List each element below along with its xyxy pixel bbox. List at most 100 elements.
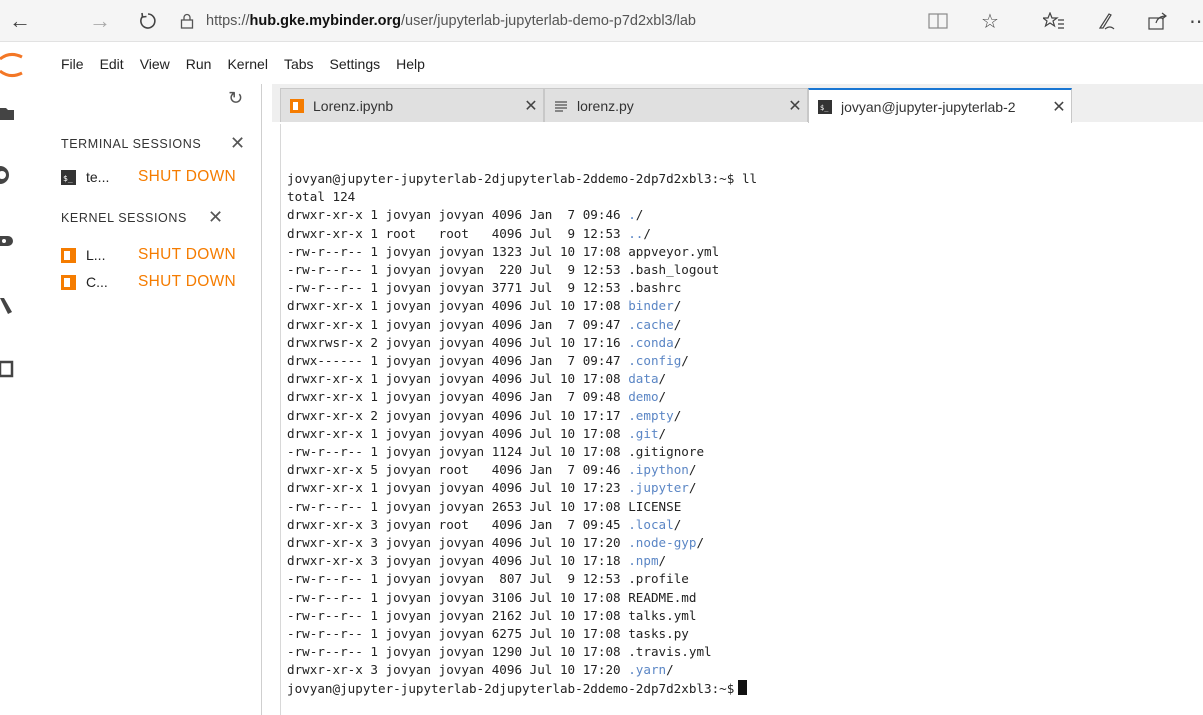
tools-icon[interactable] (0, 296, 14, 321)
listing-line: -rw-r--r-- 1 jovyan jovyan 1124 Jul 10 1… (287, 443, 1195, 461)
listing-file-name: .bash_logout (628, 262, 720, 278)
listing-meta: drwxr-xr-x 1 jovyan jovyan 4096 Jan 7 09… (287, 207, 629, 223)
kernel-session-row[interactable]: C... SHUT DOWN (61, 270, 261, 294)
dir-slash: / (658, 425, 667, 441)
listing-line: drwxr-xr-x 3 jovyan jovyan 4096 Jul 10 1… (287, 661, 1195, 679)
menu-edit[interactable]: Edit (100, 56, 124, 72)
terminal-icon: $_ (817, 99, 833, 115)
close-tab-icon[interactable]: ✕ (1047, 97, 1071, 117)
url-path: /user/jupyterlab-jupyterlab-demo-p7d2xbl… (401, 13, 696, 29)
shutdown-button[interactable]: SHUT DOWN (138, 273, 236, 291)
terminal-panel[interactable]: jovyan@jupyter-jupyterlab-2djupyterlab-2… (280, 124, 1195, 715)
listing-line: drwxr-xr-x 1 jovyan jovyan 4096 Jul 10 1… (287, 370, 1195, 388)
menu-file[interactable]: File (61, 56, 84, 72)
svg-text:$_: $_ (820, 104, 829, 112)
dir-slash: / (658, 371, 667, 387)
listing-dir-name: .. (628, 225, 644, 241)
reading-view-icon[interactable] (912, 0, 964, 42)
tab-lorenz-notebook[interactable]: Lorenz.ipynb ✕ (280, 88, 544, 122)
menu-kernel[interactable]: Kernel (227, 56, 267, 72)
listing-line: -rw-r--r-- 1 jovyan jovyan 1323 Jul 10 1… (287, 243, 1195, 261)
listing-line: drwxr-xr-x 5 jovyan root 4096 Jan 7 09:4… (287, 461, 1195, 479)
dir-slash: / (635, 207, 644, 223)
listing-meta: drwxr-xr-x 3 jovyan jovyan 4096 Jul 10 1… (287, 662, 629, 678)
listing-line: drwxr-xr-x 1 jovyan jovyan 4096 Jul 10 1… (287, 425, 1195, 443)
listing-dir-name: binder (628, 298, 674, 314)
close-terminals-icon[interactable]: ✕ (230, 133, 245, 154)
shutdown-button[interactable]: SHUT DOWN (138, 246, 236, 264)
listing-file-name: .bashrc (628, 280, 682, 296)
dir-slash: / (666, 662, 674, 678)
listing-dir-name: .local (628, 516, 674, 532)
tabs-icon[interactable] (0, 360, 14, 383)
dir-slash: / (696, 535, 705, 551)
listing-line: drwxr-xr-x 3 jovyan jovyan 4096 Jul 10 1… (287, 534, 1195, 552)
shutdown-button[interactable]: SHUT DOWN (138, 168, 236, 186)
listing-line: drwxr-xr-x 1 root root 4096 Jul 9 12:53 … (287, 225, 1195, 243)
listing-line: -rw-r--r-- 1 jovyan jovyan 807 Jul 9 12:… (287, 570, 1195, 588)
kernel-session-row[interactable]: L... SHUT DOWN (61, 243, 261, 267)
listing-line: drwxr-xr-x 1 jovyan jovyan 4096 Jan 7 09… (287, 388, 1195, 406)
favorites-list-icon[interactable] (1028, 0, 1080, 42)
close-tab-icon[interactable]: ✕ (783, 96, 807, 116)
listing-dir-name: .yarn (628, 662, 667, 678)
menu-view[interactable]: View (140, 56, 170, 72)
running-sessions-icon[interactable] (0, 164, 14, 191)
close-kernels-icon[interactable]: ✕ (208, 207, 223, 228)
listing-line: -rw-r--r-- 1 jovyan jovyan 3106 Jul 10 1… (287, 589, 1195, 607)
menu-tabs[interactable]: Tabs (284, 56, 314, 72)
listing-dir-name: demo (628, 389, 659, 405)
listing-dir-name: .node-gyp (628, 535, 697, 551)
listing-line: -rw-r--r-- 1 jovyan jovyan 2162 Jul 10 1… (287, 607, 1195, 625)
dir-slash: / (681, 353, 689, 369)
back-icon[interactable]: ← (0, 0, 40, 42)
tab-terminal[interactable]: $_ jovyan@jupyter-jupyterlab-2 ✕ (808, 88, 1072, 123)
listing-line: drwxr-xr-x 1 jovyan jovyan 4096 Jul 10 1… (287, 479, 1195, 497)
share-icon[interactable] (1132, 0, 1184, 42)
listing-file-name: appveyor.yml (628, 243, 720, 259)
menu-run[interactable]: Run (186, 56, 212, 72)
refresh-sessions-icon[interactable]: ↻ (228, 88, 243, 109)
notebook-icon (289, 98, 305, 114)
listing-line: -rw-r--r-- 1 jovyan jovyan 220 Jul 9 12:… (287, 261, 1195, 279)
listing-file-name: README.md (628, 589, 697, 605)
file-browser-icon[interactable] (0, 106, 16, 127)
pen-notes-icon[interactable] (1080, 0, 1132, 42)
tab-bar: Lorenz.ipynb ✕ lorenz.py ✕ $_ jovyan@jup… (272, 84, 1203, 123)
refresh-icon[interactable] (128, 0, 168, 42)
listing-meta: drwxr-xr-x 3 jovyan jovyan 4096 Jul 10 1… (287, 535, 629, 551)
listing-meta: -rw-r--r-- 1 jovyan jovyan 2162 Jul 10 1… (287, 607, 629, 623)
listing-line: drwxr-xr-x 3 jovyan root 4096 Jan 7 09:4… (287, 516, 1195, 534)
tab-lorenz-py[interactable]: lorenz.py ✕ (544, 88, 808, 122)
listing-meta: -rw-r--r-- 1 jovyan jovyan 1124 Jul 10 1… (287, 444, 629, 460)
tab-label: Lorenz.ipynb (313, 97, 394, 114)
address-bar[interactable]: https://hub.gke.mybinder.org/user/jupyte… (176, 6, 876, 36)
listing-line: drwxr-xr-x 2 jovyan jovyan 4096 Jul 10 1… (287, 407, 1195, 425)
session-name: L... (86, 247, 106, 263)
dir-slash: / (688, 480, 697, 496)
listing-meta: -rw-r--r-- 1 jovyan jovyan 3771 Jul 9 12… (287, 280, 629, 296)
listing-meta: -rw-r--r-- 1 jovyan jovyan 1323 Jul 10 1… (287, 243, 629, 259)
dir-slash: / (673, 407, 682, 423)
listing-dir-name: .conda (628, 334, 674, 350)
menu-settings[interactable]: Settings (330, 56, 381, 72)
session-name: C... (86, 274, 108, 290)
listing-meta: drwxr-xr-x 1 root root 4096 Jul 9 12:53 (287, 225, 629, 241)
terminal-total-line: total 124 (287, 189, 356, 205)
listing-meta: -rw-r--r-- 1 jovyan jovyan 6275 Jul 10 1… (287, 626, 629, 642)
forward-icon[interactable]: → (80, 0, 120, 42)
listing-meta: drwxrwsr-x 2 jovyan jovyan 4096 Jul 10 1… (287, 334, 629, 350)
listing-file-name: talks.yml (628, 607, 697, 623)
terminal-sessions-header: TERMINAL SESSIONS (61, 137, 202, 151)
listing-line: drwxrwsr-x 2 jovyan jovyan 4096 Jul 10 1… (287, 334, 1195, 352)
menu-help[interactable]: Help (396, 56, 425, 72)
favorite-star-icon[interactable]: ☆ (964, 0, 1016, 42)
command-palette-icon[interactable] (0, 234, 14, 259)
close-tab-icon[interactable]: ✕ (519, 96, 543, 116)
terminal-session-row[interactable]: $_ te... SHUT DOWN (61, 165, 261, 189)
dir-slash: / (688, 462, 697, 478)
dir-slash: / (673, 298, 682, 314)
terminal-cursor (738, 679, 748, 695)
terminal-icon: $_ (61, 169, 76, 185)
more-icon[interactable]: ⋯ (1184, 0, 1203, 42)
